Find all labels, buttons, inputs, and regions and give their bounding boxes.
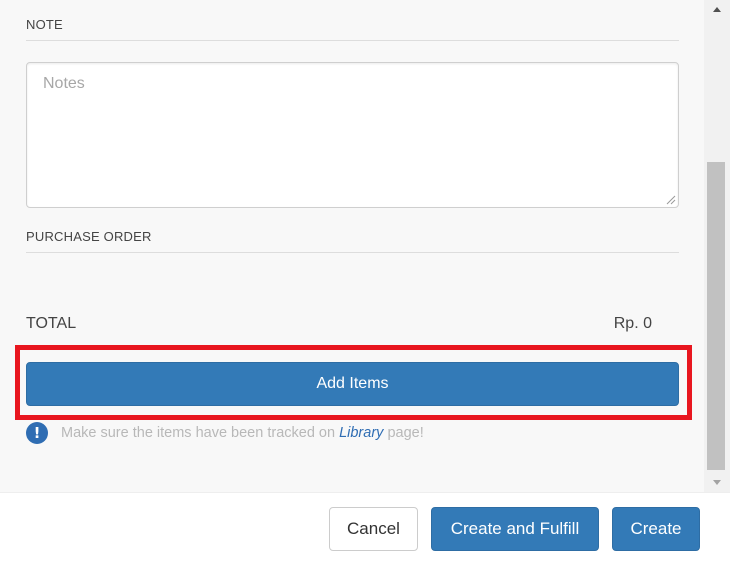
vertical-scrollbar[interactable]	[704, 0, 730, 492]
notes-textarea[interactable]	[26, 62, 679, 208]
note-divider	[26, 40, 679, 41]
total-label: TOTAL	[26, 315, 77, 332]
purchase-order-label: PURCHASE ORDER	[26, 229, 152, 244]
info-text-before: Make sure the items have been tracked on	[61, 425, 336, 441]
note-label: NOTE	[26, 17, 63, 32]
total-value: Rp. 0	[613, 315, 652, 332]
triangle-up-icon[interactable]	[713, 7, 721, 12]
info-text-after: page!	[387, 425, 424, 441]
triangle-down-icon[interactable]	[713, 480, 721, 485]
modal-body: NOTE PURCHASE ORDER TOTAL Rp. 0 Add Item…	[0, 0, 704, 492]
info-message: ! Make sure the items have been tracked …	[26, 422, 424, 444]
cancel-button[interactable]: Cancel	[329, 507, 418, 551]
create-and-fulfill-button[interactable]: Create and Fulfill	[431, 507, 599, 551]
create-button[interactable]: Create	[612, 507, 700, 551]
resize-grip-icon[interactable]	[664, 193, 676, 205]
add-items-button[interactable]: Add Items	[26, 362, 679, 406]
library-link[interactable]: Library	[339, 425, 383, 441]
exclamation-circle-icon: !	[26, 422, 48, 444]
modal-footer: Cancel Create and Fulfill Create	[0, 492, 730, 569]
scrollbar-thumb[interactable]	[707, 162, 725, 470]
purchase-order-divider	[26, 252, 679, 253]
info-text: Make sure the items have been tracked on…	[61, 425, 424, 441]
